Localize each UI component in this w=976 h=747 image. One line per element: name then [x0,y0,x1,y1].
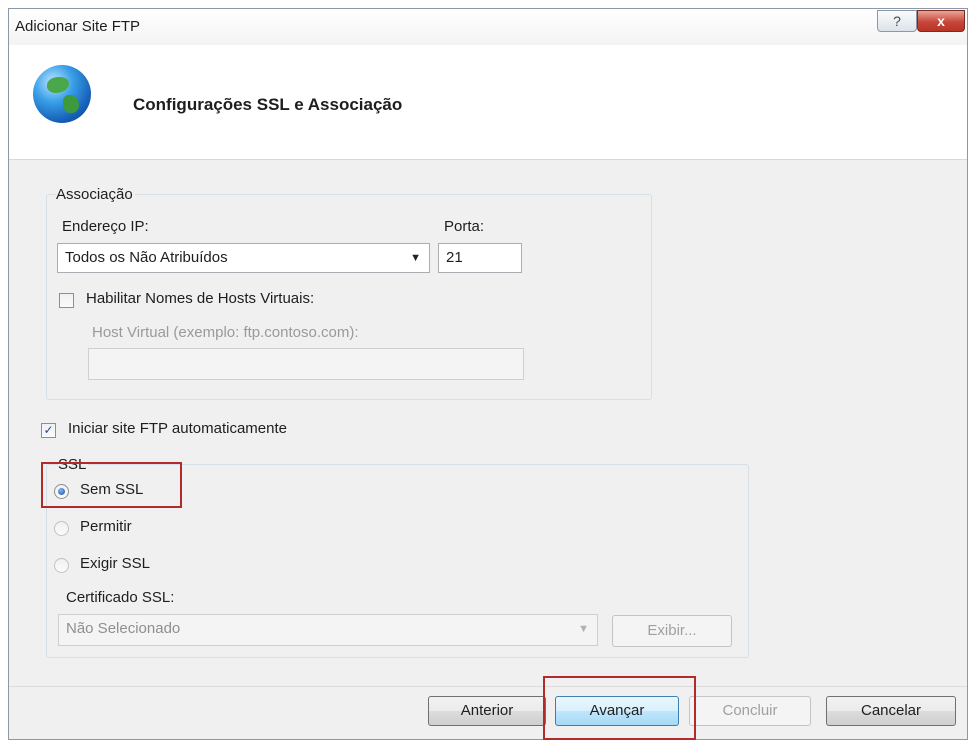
window-title: Adicionar Site FTP [15,18,141,35]
previous-button[interactable]: Anterior [428,696,546,726]
ip-address-value: Todos os Não Atribuídos [65,249,228,266]
port-label: Porta: [444,218,485,235]
ip-address-dropdown[interactable]: Todos os Não Atribuídos ▼ [57,243,430,273]
ssl-certificate-value: Não Selecionado [66,620,181,637]
page-title: Configurações SSL e Associação [133,95,403,114]
no-ssl-highlight [41,462,182,508]
title-bar: Adicionar Site FTP ? x [9,9,967,45]
virtual-hosts-label: Habilitar Nomes de Hosts Virtuais: [86,290,315,307]
wizard-header: Configurações SSL e Associação [9,45,967,160]
view-certificate-button[interactable]: Exibir... [612,615,732,647]
virtual-hosts-checkbox[interactable] [59,293,74,308]
close-button[interactable]: x [917,10,965,32]
globe-icon [33,65,91,123]
ssl-certificate-dropdown[interactable]: Não Selecionado ▼ [58,614,598,646]
autostart-checkbox[interactable]: ✓ [41,423,56,438]
cancel-button[interactable]: Cancelar [826,696,956,726]
allow-ssl-radio[interactable] [54,521,69,536]
ip-address-label: Endereço IP: [62,218,149,235]
port-input[interactable]: 21 [438,243,522,273]
autostart-label: Iniciar site FTP automaticamente [68,420,287,437]
port-value: 21 [446,249,463,266]
next-button-highlight [543,676,696,740]
binding-group-label: Associação [56,186,135,203]
require-ssl-radio[interactable] [54,558,69,573]
chevron-down-icon: ▼ [410,252,421,264]
allow-ssl-label: Permitir [80,518,132,535]
ssl-certificate-label: Certificado SSL: [66,589,175,606]
footer-divider [9,686,967,687]
require-ssl-label: Exigir SSL [80,555,151,572]
virtual-host-label: Host Virtual (exemplo: ftp.contoso.com): [92,324,359,341]
chevron-down-icon: ▼ [578,623,589,635]
help-button[interactable]: ? [877,10,917,32]
virtual-host-input[interactable] [88,348,524,380]
finish-button[interactable]: Concluir [689,696,811,726]
